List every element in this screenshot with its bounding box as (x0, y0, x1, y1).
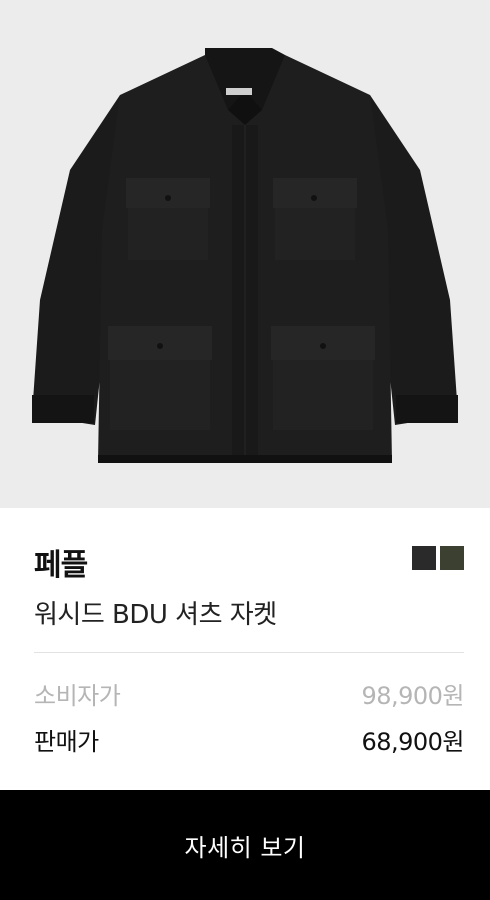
product-image[interactable] (0, 0, 490, 508)
color-swatch-olive[interactable] (440, 546, 464, 570)
color-swatch-black[interactable] (412, 546, 436, 570)
divider (34, 652, 464, 653)
retail-price-label: 소비자가 (34, 682, 121, 710)
product-name[interactable]: 워시드 BDU 셔츠 자켓 (34, 594, 277, 631)
view-details-button[interactable]: 자세히 보기 (0, 790, 490, 900)
sale-price-value: 68,900원 (361, 728, 464, 756)
jacket-product-photo (32, 48, 458, 463)
brand-name: 페플 (34, 548, 88, 583)
product-card: 페플 워시드 BDU 셔츠 자켓 소비자가 98,900원 판매가 68,900… (0, 0, 490, 900)
retail-price-value: 98,900원 (361, 682, 464, 710)
sale-price-row: 판매가 68,900원 (34, 722, 464, 757)
color-swatches (412, 546, 464, 570)
retail-price-row: 소비자가 98,900원 (34, 676, 464, 711)
sale-price-label: 판매가 (34, 728, 99, 756)
